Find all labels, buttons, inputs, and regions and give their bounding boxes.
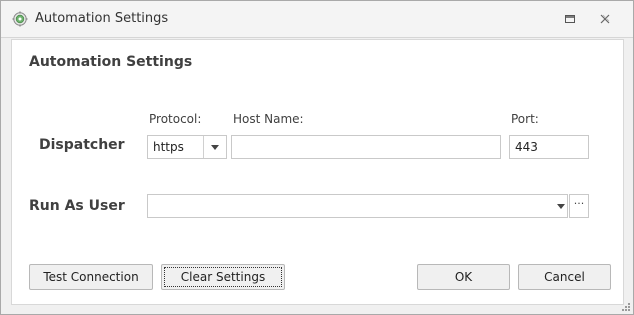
clear-settings-button[interactable]: Clear Settings <box>161 264 285 290</box>
cancel-button[interactable]: Cancel <box>518 264 611 290</box>
protocol-value: https <box>153 140 184 154</box>
run-as-user-label: Run As User <box>29 198 125 214</box>
protocol-select[interactable]: https <box>147 135 227 159</box>
chevron-down-icon[interactable] <box>552 194 570 218</box>
host-name-input[interactable] <box>231 135 501 159</box>
port-input[interactable]: 443 <box>509 135 589 159</box>
run-as-user-input[interactable] <box>147 194 568 218</box>
resize-grip-icon[interactable] <box>619 300 631 312</box>
ok-button[interactable]: OK <box>417 264 510 290</box>
host-name-label: Host Name: <box>233 112 304 126</box>
test-connection-button[interactable]: Test Connection <box>29 264 153 290</box>
title-bar[interactable]: Automation Settings <box>1 1 633 38</box>
window-title: Automation Settings <box>35 11 169 26</box>
dispatcher-label: Dispatcher <box>39 137 125 153</box>
settings-panel: Automation Settings Dispatcher Protocol:… <box>11 39 624 305</box>
protocol-label: Protocol: <box>149 112 202 126</box>
chevron-down-icon[interactable] <box>203 136 226 158</box>
port-label: Port: <box>511 112 539 126</box>
automation-settings-window: Automation Settings Automation Settings … <box>0 0 634 315</box>
section-title: Automation Settings <box>29 54 193 70</box>
close-icon[interactable] <box>597 11 613 27</box>
gear-icon <box>12 11 28 27</box>
maximize-icon[interactable] <box>562 11 578 27</box>
browse-user-button[interactable]: ··· <box>569 194 589 218</box>
